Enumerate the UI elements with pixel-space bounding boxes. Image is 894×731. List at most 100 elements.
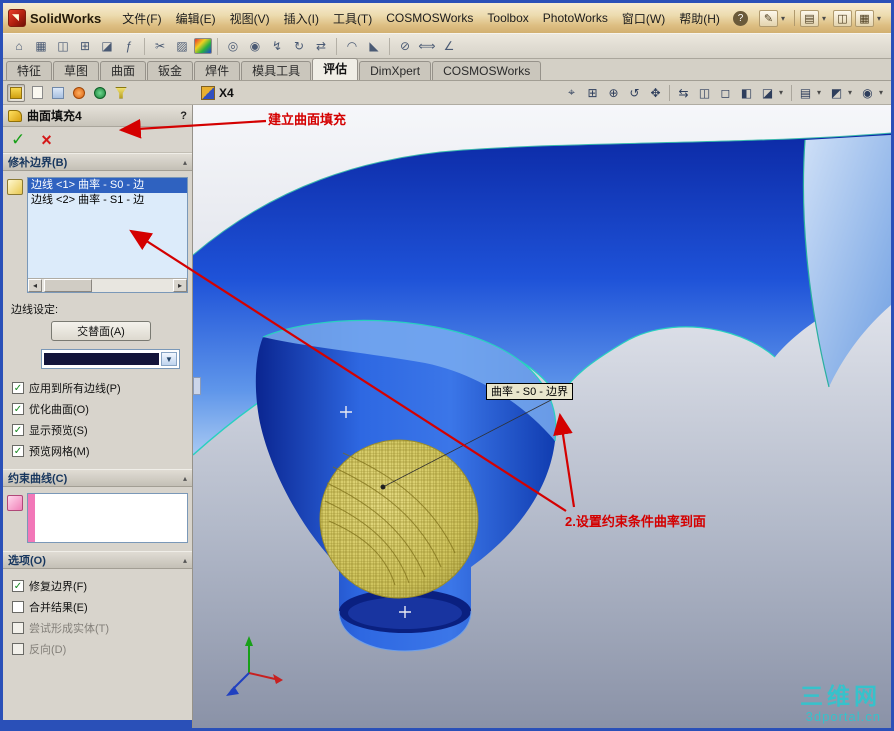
toolbar-chamfer-icon[interactable]: ◣ (364, 36, 384, 56)
toolbar-angle-icon[interactable]: ∠ (439, 36, 459, 56)
toolbar-measure-icon[interactable]: ⊞ (75, 36, 95, 56)
dimxpertmanager-tab-icon[interactable] (70, 84, 88, 102)
toolbar-appearance-icon[interactable]: ■ (194, 38, 212, 54)
menu-photoworks[interactable]: PhotoWorks (536, 9, 615, 27)
chevron-down-icon[interactable]: ▾ (817, 88, 825, 97)
list-item-edge1[interactable]: 边线 <1> 曲率 - S0 - 边 (28, 178, 187, 193)
fill-surface-preview-mesh[interactable] (319, 439, 479, 599)
collapse-icon[interactable]: ▴ (183, 556, 187, 565)
constraint-curves-list[interactable] (27, 493, 188, 543)
panel-splitter-handle[interactable] (193, 377, 201, 395)
menu-cosmosworks[interactable]: COSMOSWorks (379, 9, 480, 27)
save-icon[interactable]: ◫ (833, 9, 852, 27)
camera-icon[interactable]: ◉ (858, 83, 877, 102)
pan-icon[interactable]: ✥ (646, 83, 665, 102)
toolbar-hatch-icon[interactable]: ▨ (172, 36, 192, 56)
toolbar-fillet-icon[interactable]: ◠ (342, 36, 362, 56)
checkbox-fix-boundary[interactable]: ✓ 修复边界(F) (7, 575, 188, 596)
chevron-down-icon[interactable]: ▾ (848, 88, 856, 97)
tab-mold-tools[interactable]: 模具工具 (241, 61, 312, 80)
menu-edit[interactable]: 编辑(E) (169, 8, 223, 29)
previous-view-icon[interactable]: ⇆ (674, 83, 693, 102)
checkbox-merge-result[interactable]: ✓ 合并结果(E) (7, 596, 188, 617)
menu-help[interactable]: 帮助(H) (672, 8, 727, 29)
menu-file[interactable]: 文件(F) (115, 8, 168, 29)
surface-right-panel[interactable] (802, 135, 891, 388)
chevron-down-icon[interactable]: ▾ (877, 14, 885, 23)
cancel-button[interactable]: × (41, 131, 52, 149)
scroll-track[interactable] (42, 279, 173, 292)
toolbar-zoom-icon[interactable]: ◎ (223, 36, 243, 56)
scroll-thumb[interactable] (44, 279, 92, 292)
shaded-icon[interactable]: ◧ (737, 83, 756, 102)
checkbox-apply-to-all-edges[interactable]: ✓ 应用到所有边线(P) (7, 377, 188, 398)
checkbox-preview-mesh[interactable]: ✓ 预览网格(M) (7, 440, 188, 461)
pm-help-icon[interactable]: ? (180, 110, 187, 122)
menu-insert[interactable]: 插入(I) (277, 8, 326, 29)
wireframe-icon[interactable]: ◻ (716, 83, 735, 102)
combo-dropdown-icon[interactable]: ▼ (161, 352, 177, 366)
tab-weldments[interactable]: 焊件 (194, 61, 241, 80)
graphics-area[interactable]: 曲率 - S0 - 边界 三维网 3dportal.cn (193, 105, 891, 728)
chevron-down-icon[interactable]: ▾ (879, 88, 887, 97)
menu-window[interactable]: 窗口(W) (615, 8, 672, 29)
toolbar-note-icon[interactable]: ◫ (53, 36, 73, 56)
collapse-icon[interactable]: ▴ (183, 158, 187, 167)
toolbar-mirror-icon[interactable]: ⇄ (311, 36, 331, 56)
view-orientation-icon[interactable]: ▤ (796, 83, 815, 102)
chevron-down-icon[interactable]: ▾ (781, 14, 789, 23)
print-icon[interactable]: ▦ (855, 9, 874, 27)
section-header-constraint-curves[interactable]: 约束曲线(C) ▴ (3, 469, 192, 487)
sketch-icon[interactable]: ✎ (759, 9, 778, 27)
featuremanager-tab-icon[interactable] (28, 84, 46, 102)
zoom-area-icon[interactable]: ⊞ (583, 83, 602, 102)
scroll-left-icon[interactable]: ◂ (28, 279, 42, 292)
list-item-edge2[interactable]: 边线 <2> 曲率 - S1 - 边 (28, 193, 187, 208)
toolbar-equation-icon[interactable]: ƒ (119, 36, 139, 56)
list-horizontal-scrollbar[interactable]: ◂ ▸ (28, 278, 187, 292)
tab-features[interactable]: 特征 (6, 61, 53, 80)
section-header-options[interactable]: 选项(O) ▴ (3, 551, 192, 569)
menu-toolbox[interactable]: Toolbox (480, 9, 535, 27)
toolbar-search-icon[interactable]: ◉ (245, 36, 265, 56)
displaymanager-tab-icon[interactable] (91, 84, 109, 102)
toolbar-grid-icon[interactable]: ▦ (31, 36, 51, 56)
toolbar-rotate-icon[interactable]: ↻ (289, 36, 309, 56)
scroll-right-icon[interactable]: ▸ (173, 279, 187, 292)
boundary-edges-list[interactable]: 边线 <1> 曲率 - S0 - 边 边线 <2> 曲率 - S1 - 边 ◂ … (27, 177, 188, 293)
toolbar-check-icon[interactable]: ◪ (97, 36, 117, 56)
menu-tools[interactable]: 工具(T) (326, 8, 379, 29)
toolbar-link-icon[interactable]: ⌂ (9, 36, 29, 56)
standard-views-icon[interactable]: ◫ (695, 83, 714, 102)
help-icon[interactable]: ? (733, 10, 748, 26)
zoom-fit-icon[interactable]: ⌖ (562, 83, 581, 102)
alternate-face-button[interactable]: 交替面(A) (51, 321, 151, 341)
checkbox-show-preview[interactable]: ✓ 显示预览(S) (7, 419, 188, 440)
configurationmanager-tab-icon[interactable] (49, 84, 67, 102)
tab-sketch[interactable]: 草图 (53, 61, 100, 80)
toolbar-arrow-icon[interactable]: ↯ (267, 36, 287, 56)
toolbar-trim-icon[interactable]: ✂ (150, 36, 170, 56)
tab-surfaces[interactable]: 曲面 (100, 61, 147, 80)
model-3d-view[interactable] (193, 105, 891, 728)
ok-button[interactable]: ✓ (11, 131, 25, 148)
tab-sheet-metal[interactable]: 钣金 (147, 61, 194, 80)
checkbox-try-form-solid[interactable]: ✓ 尝试形成实体(T) (7, 617, 188, 638)
chevron-down-icon[interactable]: ▾ (822, 14, 830, 23)
appearance-icon[interactable]: ◩ (827, 83, 846, 102)
toolbar-circle-icon[interactable]: ⊘ (395, 36, 415, 56)
collapse-icon[interactable]: ▴ (183, 474, 187, 483)
tab-dimxpert[interactable]: DimXpert (359, 61, 432, 80)
curvature-control-combo[interactable]: ▼ (41, 349, 180, 369)
propertymanager-tab-icon[interactable] (7, 83, 25, 102)
chevron-down-icon[interactable]: ▾ (779, 88, 787, 97)
checkbox-optimize-surface[interactable]: ✓ 优化曲面(O) (7, 398, 188, 419)
open-document-icon[interactable]: ▤ (800, 9, 819, 27)
rotate-view-icon[interactable]: ↺ (625, 83, 644, 102)
tab-evaluate[interactable]: 评估 (312, 58, 359, 80)
toolbar-dimension-icon[interactable]: ⟺ (417, 36, 437, 56)
menu-view[interactable]: 视图(V) (223, 8, 277, 29)
filter-tab-icon[interactable] (112, 84, 130, 102)
section-header-patch-boundary[interactable]: 修补边界(B) ▴ (3, 153, 192, 171)
zoom-in-out-icon[interactable]: ⊕ (604, 83, 623, 102)
